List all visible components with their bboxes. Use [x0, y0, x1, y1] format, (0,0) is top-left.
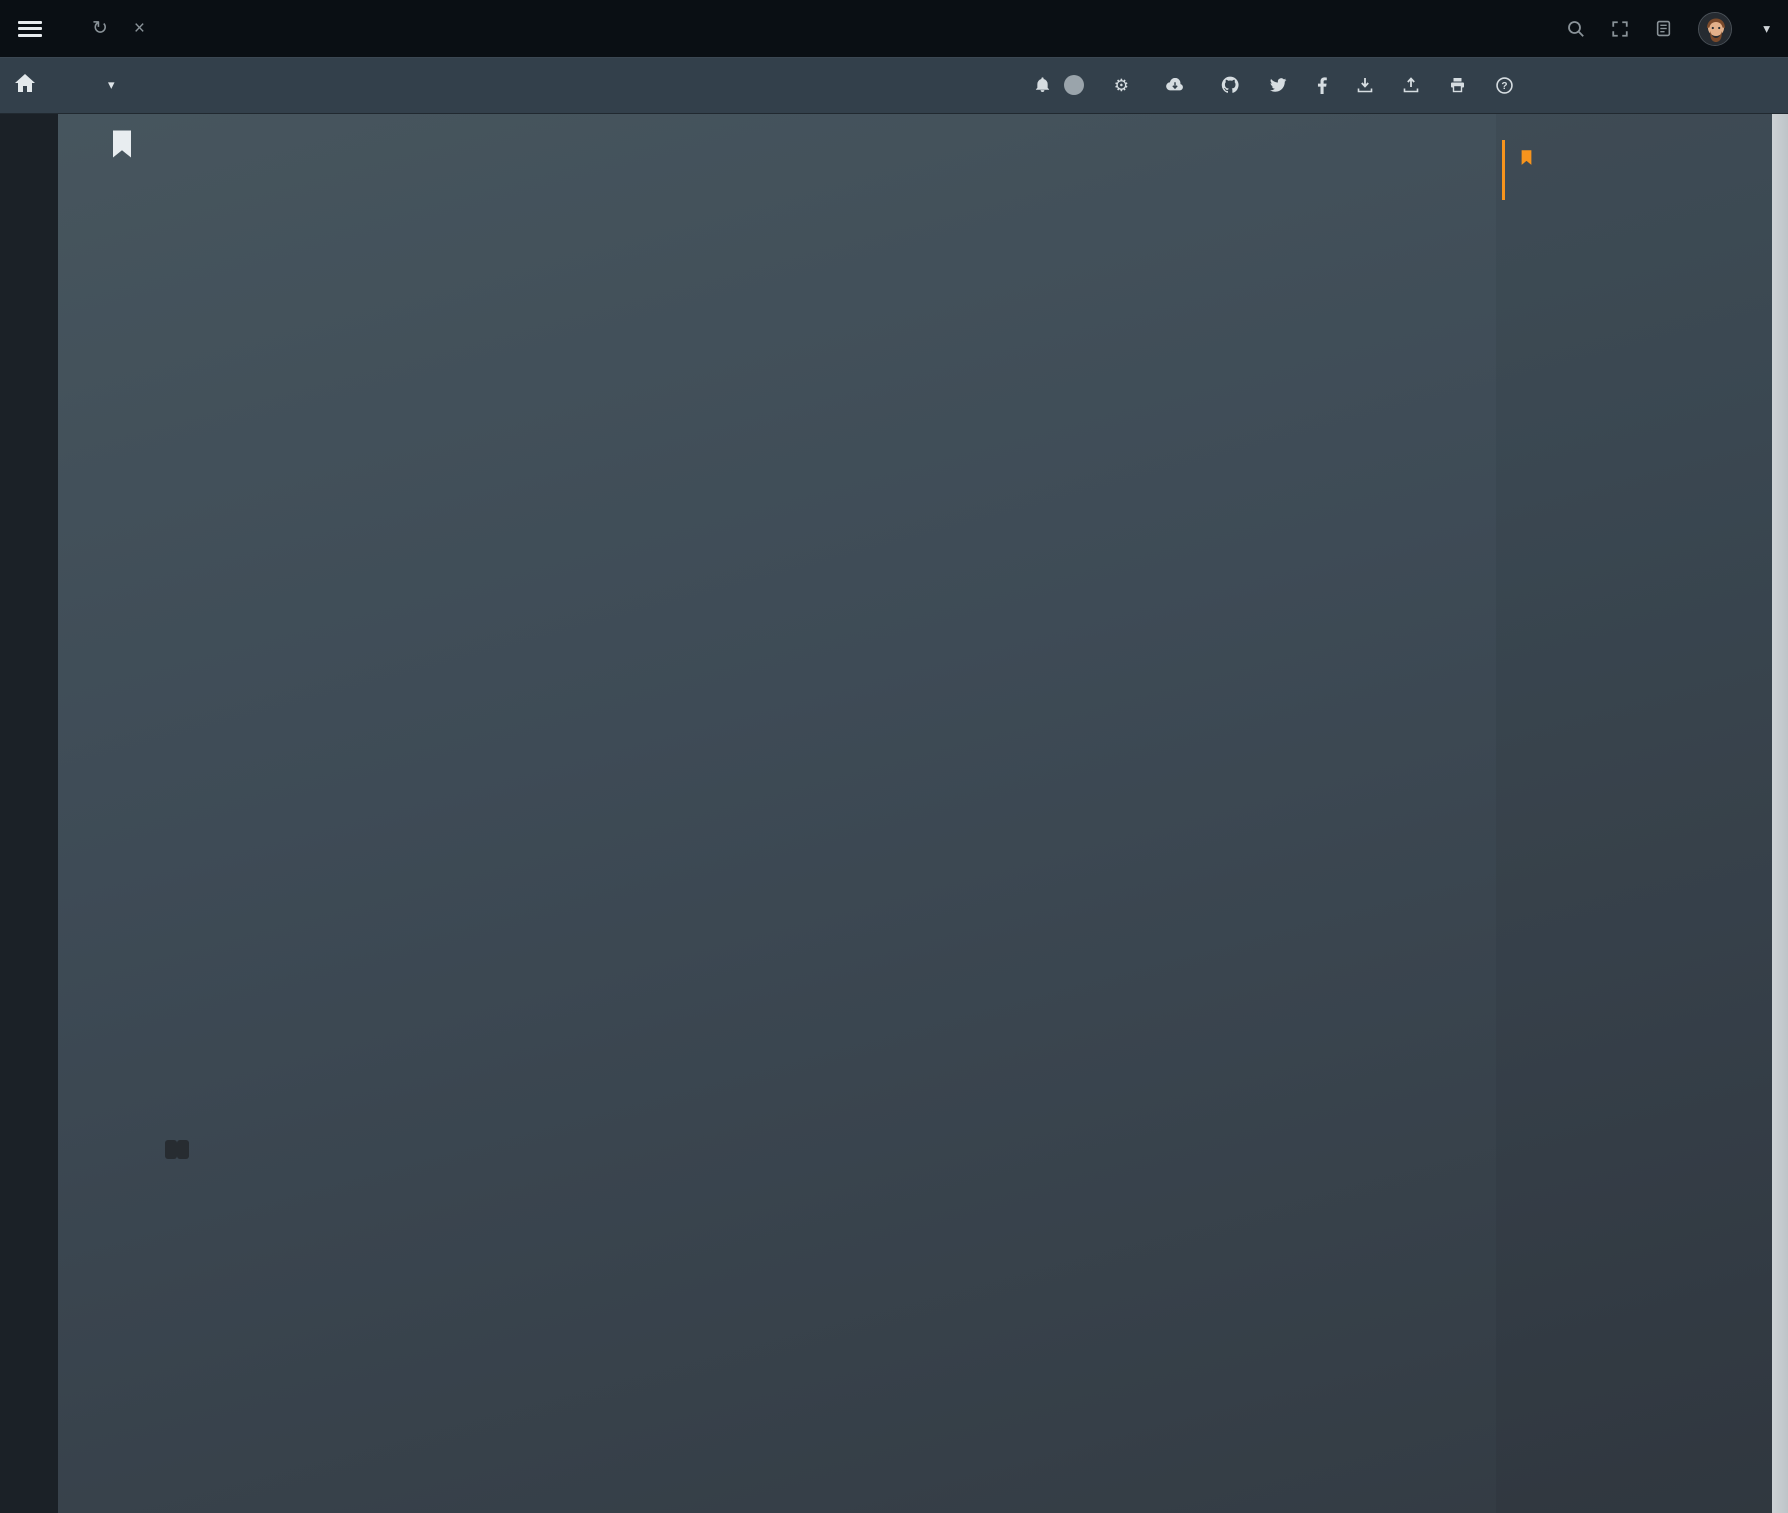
left-app-rail — [0, 114, 58, 1513]
refresh-icon[interactable]: ↻ — [92, 17, 108, 40]
page-title — [110, 128, 148, 160]
github-icon[interactable] — [1221, 76, 1239, 94]
facebook-icon[interactable] — [1317, 77, 1327, 94]
gear-icon: ⚙ — [1114, 77, 1129, 94]
user-avatar[interactable] — [1698, 12, 1732, 46]
settings-button[interactable]: ⚙ — [1114, 77, 1136, 94]
bookmark-icon — [1520, 149, 1533, 166]
code-sys-devices — [177, 1140, 189, 1159]
alarms-button[interactable] — [1035, 75, 1084, 95]
main-content — [58, 114, 1500, 1513]
print-icon[interactable] — [1449, 77, 1466, 93]
caret-down-icon: ▾ — [1763, 21, 1770, 37]
app-titlebar: ↻ × ▾ — [0, 0, 1788, 57]
cpu-softirq-note — [165, 542, 1365, 566]
code-sys-block — [165, 1140, 177, 1159]
caret-down-icon: ▾ — [108, 77, 115, 93]
cpu-iowait-note — [165, 518, 1365, 542]
netdata-header-bar: ▾ ⚙ — [0, 57, 1788, 114]
user-menu[interactable]: ▾ — [1758, 21, 1770, 37]
disk-description — [165, 1114, 1273, 1162]
update-button[interactable] — [1166, 78, 1191, 92]
right-nav-sidebar — [1496, 114, 1772, 1513]
close-tab-icon[interactable]: × — [134, 18, 145, 40]
alarms-count-badge — [1064, 75, 1084, 95]
svg-text:?: ? — [1501, 81, 1507, 92]
search-icon[interactable] — [1567, 20, 1585, 38]
bookmark-icon — [110, 128, 134, 160]
download-icon[interactable] — [1357, 77, 1373, 93]
sidebar-scrollbar[interactable] — [1772, 114, 1788, 1513]
home-icon[interactable] — [14, 73, 36, 98]
fullscreen-icon[interactable] — [1611, 20, 1629, 38]
upload-icon[interactable] — [1403, 77, 1419, 93]
sidebar-title[interactable] — [1496, 114, 1772, 168]
active-section-indicator — [1502, 140, 1505, 200]
twitter-icon[interactable] — [1269, 78, 1287, 93]
changelog-icon[interactable] — [1655, 20, 1672, 37]
host-dropdown[interactable]: ▾ — [102, 77, 115, 93]
help-button[interactable]: ? — [1496, 77, 1520, 94]
hamburger-menu-icon[interactable] — [18, 21, 42, 37]
